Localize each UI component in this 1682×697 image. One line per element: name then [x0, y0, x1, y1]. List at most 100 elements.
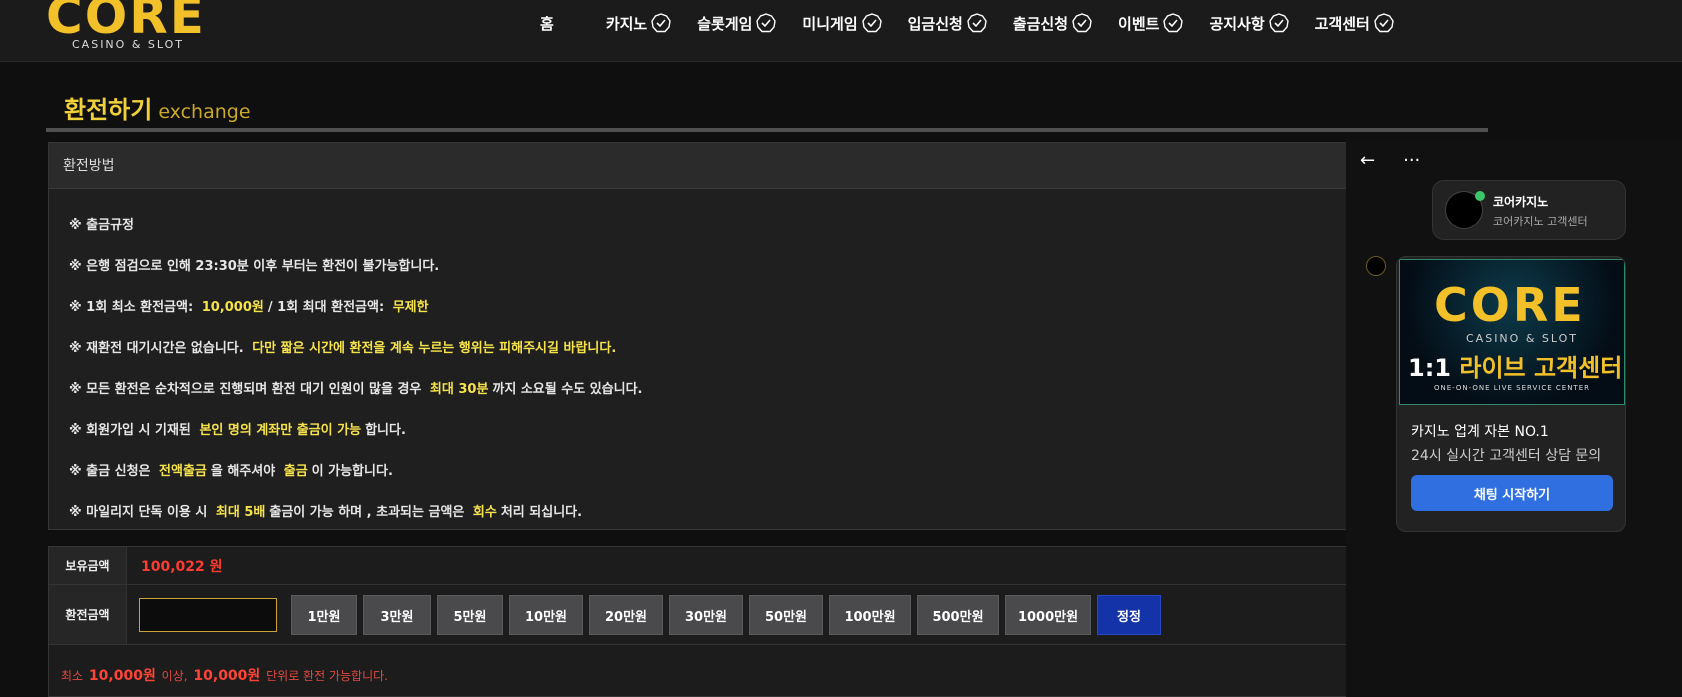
amount-preset-button[interactable]: 100만원 [829, 595, 911, 635]
top-bar: CORE CASINO & SLOT 홈 카지노 슬롯게임 미니게임 입금신청 출금신청 이… [0, 0, 1682, 62]
rule-text: 이 가능합니다. [311, 464, 393, 479]
profile-name: 코어카지노 [1493, 195, 1549, 209]
rule-text: ※ 은행 점검으로 인해 23:30분 이후 부터는 환전이 불가능합니다. [69, 259, 440, 274]
nav-item[interactable]: 이벤트 [1118, 13, 1184, 34]
badge-check-icon [1163, 13, 1184, 33]
start-chat-button[interactable]: 채팅 시작하기 [1411, 475, 1613, 511]
more-options-icon[interactable]: ··· [1403, 150, 1420, 171]
card-line-1: 카지노 업계 자본 NO.1 [1411, 424, 1549, 440]
rule-text: 처리 되십니다. [500, 505, 583, 520]
rule-item: ※ 1회 최소 환전금액: 10,000원/ 1회 최대 환전금액: 무제한 [69, 285, 1347, 326]
page-title-ko: 환전하기 [64, 96, 153, 124]
amount-buttons: 1만원 3만원 5만원 10만원 20만원 30만원 50만원 100만원 500만원 1000만… [291, 595, 1167, 635]
nav-item[interactable]: 공지사항 [1209, 13, 1289, 34]
chat-message-card: CORE CASINO & SLOT 1:1 라이브 고객센터 ONE-ON-O… [1396, 256, 1626, 532]
balance-row: 보유금액 100,022 원 [49, 547, 1349, 585]
badge-check-icon [756, 13, 777, 33]
rule-highlight: 본인 명의 계좌만 출금이 가능 [199, 423, 362, 438]
rule-item: ※ 모든 환전은 순차적으로 진행되며 환전 대기 인원이 많을 경우 최대 3… [69, 367, 1347, 408]
rule-item: ※ 출금규정 [69, 203, 1347, 244]
banner-title: 1:1 라이브 고객센터 [1408, 348, 1622, 383]
banner-title-a: 1:1 [1408, 354, 1451, 382]
banner-logo-word: CORE [1434, 278, 1586, 332]
nav-item-label: 홈 [540, 14, 554, 33]
main-nav: 홈 카지노 슬롯게임 미니게임 입금신청 출금신청 이벤트 공지사항 고객센터 [540, 0, 1420, 46]
note-text-2: 이상, [161, 669, 188, 683]
nav-item-label: 카지노 [605, 14, 648, 33]
badge-check-icon [651, 13, 671, 33]
amount-preset-button[interactable]: 50만원 [749, 595, 823, 635]
amount-preset-button[interactable]: 1000만원 [1005, 595, 1091, 635]
nav-item-label: 미니게임 [802, 14, 858, 33]
exchange-form: 보유금액 100,022 원 환전금액 1만원 3만원 5만원 10만원 20만원 30만… [48, 546, 1349, 697]
chat-toolbar: ← ··· [1360, 150, 1420, 171]
chat-profile: 코어카지노 코어카지노 고객센터 [1432, 180, 1626, 240]
support-banner: CORE CASINO & SLOT 1:1 라이브 고객센터 ONE-ON-O… [1399, 259, 1625, 405]
nav-item[interactable]: 출금신청 [1013, 13, 1092, 34]
rule-text: ※ 마일리지 단독 이용 시 [69, 505, 208, 520]
back-arrow-icon[interactable]: ← [1360, 150, 1375, 171]
nav-item[interactable]: 미니게임 [802, 13, 882, 34]
rule-item: ※ 출금 신청은 전액출금 을 해주셔야 출금 이 가능합니다. [69, 449, 1347, 490]
amount-preset-button[interactable]: 5만원 [437, 595, 503, 635]
nav-item[interactable]: 카지노 [606, 13, 671, 34]
rule-text: ※ 모든 환전은 순차적으로 진행되며 환전 대기 인원이 많을 경우 [69, 382, 422, 397]
banner-caption: ONE-ON-ONE LIVE SERVICE CENTER [1434, 384, 1590, 392]
nav-item[interactable]: 입금신청 [908, 13, 987, 34]
amount-preset-button[interactable]: 30만원 [669, 595, 743, 635]
reset-amount-button[interactable]: 정정 [1097, 595, 1161, 635]
note-text-3: 단위로 환전 가능합니다. [266, 669, 388, 683]
rule-item: ※ 재환전 대기시간은 없습니다. 다만 짧은 시간에 환전을 계속 누르는 행… [69, 326, 1347, 367]
nav-item-label: 입금신청 [907, 14, 963, 33]
rule-highlight: 최대 5배 [215, 505, 266, 520]
amount-preset-button[interactable]: 500만원 [917, 595, 999, 635]
rule-text: ※ 재환전 대기시간은 없습니다. [69, 341, 244, 356]
rule-text: / 1회 최대 환전금액: [267, 300, 385, 315]
amount-preset-button[interactable]: 1만원 [291, 595, 357, 635]
page-title-en: exchange [158, 101, 251, 123]
profile-subtitle: 코어카지노 고객센터 [1493, 215, 1588, 228]
rule-text: ※ 1회 최소 환전금액: [69, 300, 194, 315]
rule-text: 합니다. [365, 423, 406, 438]
amount-preset-button[interactable]: 20만원 [589, 595, 663, 635]
note-unit-amount: 10,000원 [193, 668, 261, 684]
note-min-amount: 10,000원 [88, 668, 156, 684]
card-line-2: 24시 실시간 고객센터 상담 문의 [1411, 448, 1602, 464]
nav-item-label: 출금신청 [1012, 14, 1069, 33]
rule-item: ※ 마일리지 단독 이용 시 최대 5배 출금이 가능 하며 , 초과되는 금액은… [69, 490, 1347, 531]
title-divider [46, 128, 1488, 132]
rule-text: ※ 출금규정 [69, 218, 135, 233]
rule-highlight: 최대 30분 [429, 382, 489, 397]
amount-label: 환전금액 [49, 585, 127, 644]
rule-text: ※ 출금 신청은 [69, 464, 151, 479]
nav-item-label: 슬롯게임 [697, 14, 753, 33]
rule-highlight: 출금 [283, 464, 308, 479]
nav-item[interactable]: 슬롯게임 [697, 13, 777, 34]
nav-item-label: 고객센터 [1314, 14, 1370, 33]
rule-list: ※ 출금규정 ※ 은행 점검으로 인해 23:30분 이후 부터는 환전이 불가능… [49, 189, 1347, 531]
amount-preset-button[interactable]: 3만원 [363, 595, 431, 635]
banner-title-b: 라이브 고객센터 [1459, 354, 1623, 382]
amount-input[interactable] [139, 598, 277, 632]
exchange-method-panel: 환전방법 ※ 출금규정 ※ 은행 점검으로 인해 23:30분 이후 부터는 환전… [48, 142, 1348, 530]
page-title: 환전하기 exchange [64, 90, 251, 125]
exchange-note: 최소 10,000원 이상, 10,000원 단위로 환전 가능합니다. [61, 665, 388, 685]
badge-check-icon [967, 13, 987, 33]
nav-item-label: 공지사항 [1209, 14, 1265, 33]
note-text-1: 최소 [61, 669, 84, 683]
badge-check-icon [1268, 13, 1289, 33]
amount-preset-button[interactable]: 10만원 [509, 595, 583, 635]
banner-logo-sub: CASINO & SLOT [1466, 332, 1578, 345]
rule-highlight: 다만 짧은 시간에 환전을 계속 누르는 행위는 피해주시길 바랍니다. [252, 341, 617, 356]
balance-label: 보유금액 [49, 547, 127, 584]
nav-item[interactable]: 홈 [540, 13, 554, 34]
nav-item[interactable]: 고객센터 [1315, 13, 1394, 34]
rule-highlight: 10,000원 [201, 300, 264, 315]
main-content: 환전하기 exchange 환전방법 ※ 출금규정 ※ 은행 점검으로 인해 23:… [46, 62, 1488, 697]
rule-item: ※ 회원가입 시 기재된 본인 명의 계좌만 출금이 가능 합니다. [69, 408, 1347, 449]
rule-text: 출금이 가능 하며 , 초과되는 금액은 [269, 505, 465, 520]
nav-item-label: 이벤트 [1118, 14, 1160, 33]
site-logo[interactable]: CORE CASINO & SLOT [46, 0, 216, 56]
exchange-method-heading: 환전방법 [49, 143, 1347, 189]
balance-value: 100,022 원 [141, 558, 223, 575]
